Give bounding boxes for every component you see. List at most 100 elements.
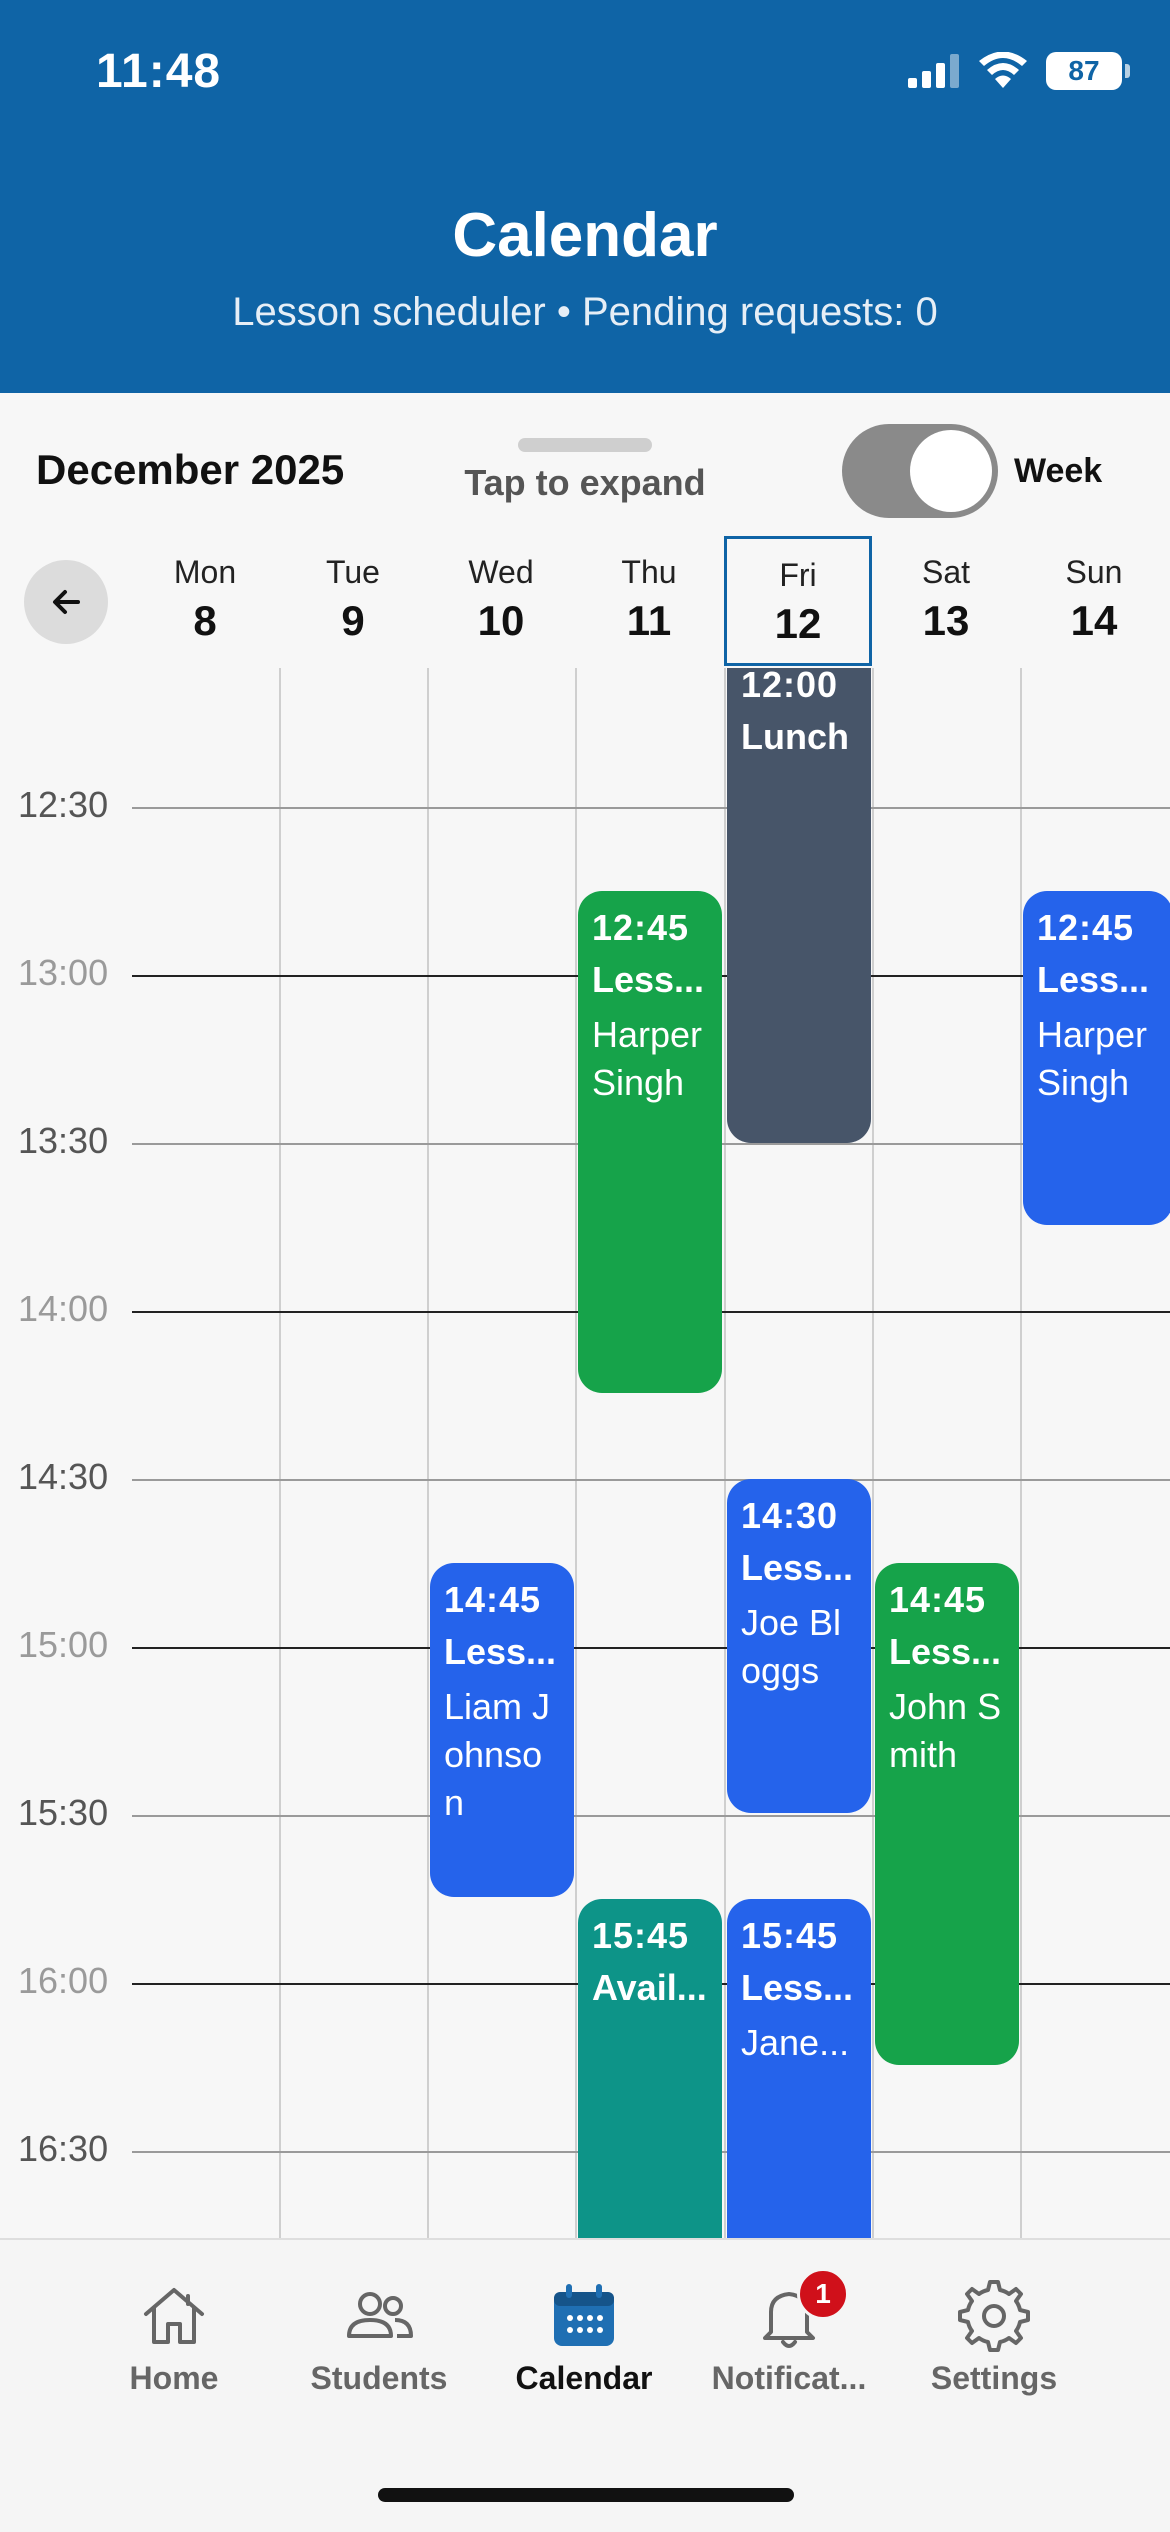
day-column-mon[interactable]: Mon 8 [131,536,279,666]
nav-label: Notificat... [711,2360,867,2396]
event-time: 14:30 [741,1495,839,1536]
event-time: 14:45 [444,1579,542,1620]
calendar-grid[interactable]: 12:30 13:00 13:30 14:00 14:30 15:00 15:3… [0,668,1170,2238]
day-name: Mon [173,554,237,590]
expand-drag-handle[interactable] [518,438,652,452]
previous-week-button[interactable] [24,560,108,644]
time-label: 13:00 [18,952,109,993]
day-number: 10 [477,597,525,644]
notification-badge: 1 [797,2268,849,2320]
event-lesson-jane[interactable]: 15:45 Less... Jane... [727,1899,871,2238]
calendar-icon [548,2280,620,2352]
day-column-sat[interactable]: Sat 13 [872,536,1020,666]
event-title: Less... [1037,959,1150,1000]
time-label: 14:00 [18,1288,109,1329]
signal-icon [908,54,959,88]
week-view-toggle[interactable] [842,424,998,518]
arrow-left-icon [53,590,80,614]
month-label: December 2025 [36,446,345,493]
event-person: Jane... [741,2022,850,2063]
home-indicator[interactable] [378,2488,794,2502]
event-lesson-john[interactable]: 14:45 Less... John Smith [875,1563,1019,2065]
event-title: Lunch [741,716,849,757]
wifi-icon [979,52,1027,88]
day-number: 13 [922,597,970,644]
nav-label: Home [129,2360,219,2396]
day-column-fri[interactable]: Fri 12 [724,536,872,666]
event-time: 12:45 [1037,907,1135,948]
day-column-tue[interactable]: Tue 9 [279,536,427,666]
day-number: 12 [774,600,822,647]
event-person: Liam Johnson [444,1686,551,1823]
nav-calendar[interactable]: Calendar [474,2280,694,2397]
time-label: 16:30 [18,2128,109,2169]
event-title: Less... [889,1631,1002,1672]
day-divider [724,668,726,2238]
event-lunch[interactable]: 12:00 Lunch [727,668,871,1143]
event-person: Harper Singh [592,1014,703,1103]
day-divider [1020,668,1022,2238]
students-icon [343,2280,415,2352]
day-name: Sat [921,554,971,590]
day-number: 14 [1070,597,1118,644]
day-divider [872,668,874,2238]
day-name: Fri [779,557,817,593]
status-icons: 87 [908,52,1130,90]
nav-label: Settings [930,2360,1058,2396]
time-gridline [132,807,1170,809]
day-name: Sun [1065,554,1123,590]
nav-settings[interactable]: Settings [884,2280,1104,2397]
nav-notifications[interactable]: 1 Notificat... [679,2268,899,2397]
view-mode-label: Week [1014,452,1103,490]
day-column-thu[interactable]: Thu 11 [575,536,723,666]
event-lesson-joe[interactable]: 14:30 Less... Joe Bloggs [727,1479,871,1813]
event-time: 15:45 [741,1915,839,1956]
event-person: John Smith [889,1686,1002,1775]
event-title: Less... [592,959,705,1000]
event-lesson-liam[interactable]: 14:45 Less... Liam Johnson [430,1563,574,1897]
page-title: Calendar [452,201,718,270]
time-label: 14:30 [18,1456,109,1497]
day-number: 8 [193,597,217,644]
event-title: Avail... [592,1967,707,2008]
bell-icon: 1 [753,2268,849,2352]
time-gridline [132,1479,1170,1481]
day-number: 9 [341,597,365,644]
day-column-sun[interactable]: Sun 14 [1020,536,1168,666]
expand-hint[interactable]: Tap to expand [420,462,750,504]
gear-icon [958,2280,1030,2352]
time-label: 15:30 [18,1792,109,1833]
day-divider [279,668,281,2238]
battery-indicator: 87 [1046,52,1130,90]
toggle-knob [910,430,992,512]
event-time: 14:45 [889,1579,987,1620]
day-divider [427,668,429,2238]
day-name: Thu [621,554,677,590]
nav-home[interactable]: Home [64,2280,284,2397]
nav-label: Students [310,2360,448,2396]
day-divider [575,668,577,2238]
day-name: Wed [468,554,534,590]
event-person: Joe Bloggs [741,1602,842,1691]
event-lesson-harper-sun[interactable]: 12:45 Less... Harper Singh [1023,891,1170,1225]
nav-label: Calendar [515,2360,653,2396]
event-available[interactable]: 15:45 Avail... [578,1899,722,2238]
time-label: 16:00 [18,1960,109,2001]
status-time: 11:48 [96,45,222,98]
page-subtitle: Lesson scheduler • Pending requests: 0 [232,290,938,334]
time-label: 15:00 [18,1624,109,1665]
nav-students[interactable]: Students [269,2280,489,2397]
home-icon [138,2280,210,2352]
event-time: 12:45 [592,907,690,948]
event-person: Harper Singh [1037,1014,1148,1103]
event-time: 12:00 [741,668,839,705]
event-lesson-harper-thu[interactable]: 12:45 Less... Harper Singh [578,891,722,1393]
day-column-wed[interactable]: Wed 10 [427,536,575,666]
event-title: Less... [741,1547,854,1588]
event-time: 15:45 [592,1915,690,1956]
day-name: Tue [326,554,380,590]
event-title: Less... [444,1631,557,1672]
app-header: 11:48 87 Calendar Lesson scheduler • Pen… [0,0,1170,393]
day-number: 11 [626,597,672,644]
event-title: Less... [741,1967,854,2008]
